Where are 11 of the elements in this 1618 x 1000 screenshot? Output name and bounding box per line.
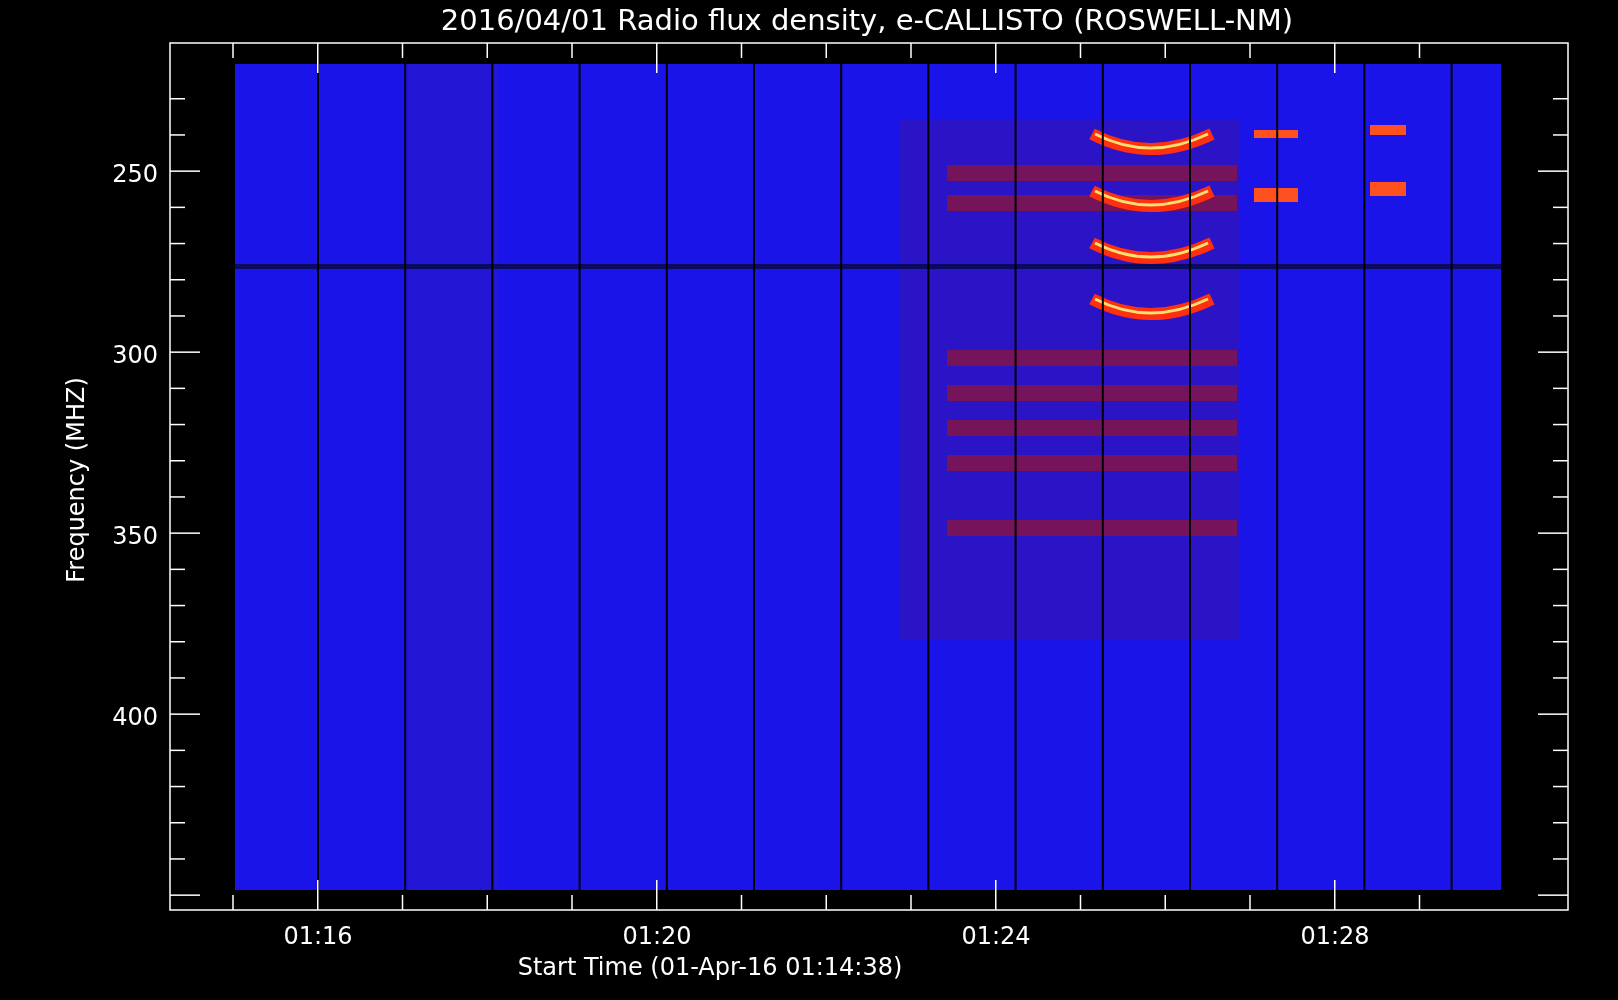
y-tick-label: 250 bbox=[112, 160, 158, 188]
y-tick-label: 400 bbox=[112, 703, 158, 731]
x-tick-label: 01:24 bbox=[961, 922, 1031, 950]
y-tick-label: 350 bbox=[112, 522, 158, 550]
x-axis-label: Start Time (01-Apr-16 01:14:38) bbox=[517, 953, 903, 981]
plot-title: 2016/04/01 Radio flux density, e-CALLISTO (ROSWELL-NM) bbox=[440, 3, 1294, 37]
x-tick-label: 01:20 bbox=[622, 922, 692, 950]
y-axis-label: Frequency (MHZ) bbox=[62, 377, 90, 583]
x-tick-label: 01:28 bbox=[1300, 922, 1370, 950]
y-tick-label: 300 bbox=[112, 341, 158, 369]
x-tick-label: 01:16 bbox=[283, 922, 353, 950]
